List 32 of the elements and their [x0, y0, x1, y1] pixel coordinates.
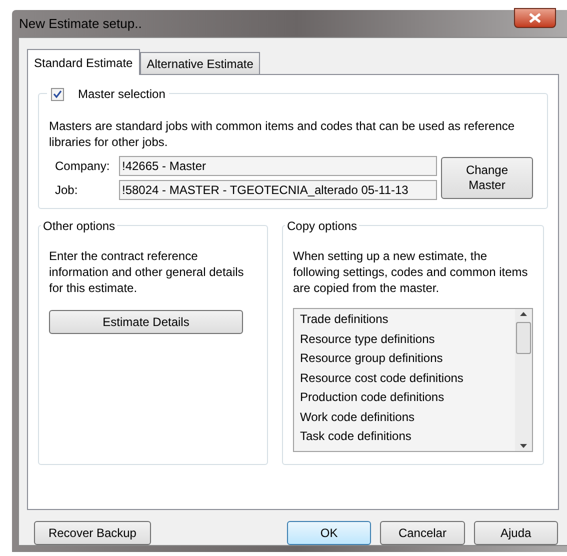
- list-item[interactable]: Resource cost code definitions: [300, 368, 515, 388]
- text-field[interactable]: !58024 - MASTER - TGEOTECNIA_alterado 05-11-13: [119, 180, 437, 200]
- dialog-button[interactable]: Change Master: [441, 157, 533, 199]
- close-icon: [529, 12, 541, 22]
- field-label: Company:: [54, 158, 111, 175]
- description-text: When setting up a new estimate, the following settings, codes and common items are copied from the master.: [293, 248, 529, 296]
- list-item[interactable]: Resource type definitions: [300, 330, 515, 349]
- dialog-button[interactable]: Recover Backup: [34, 521, 151, 545]
- description-text: Enter the contract reference information and other general details for this estimate.: [49, 248, 245, 296]
- default-button[interactable]: OK: [286, 521, 372, 545]
- scroll-up-icon[interactable]: [520, 312, 527, 316]
- list-item[interactable]: Task code definitions: [300, 427, 515, 446]
- list-item[interactable]: Work code definitions: [300, 408, 515, 427]
- description-text: Masters are standard jobs with common items and codes that can be used as reference libraries for other jobs.: [49, 118, 516, 150]
- checkbox[interactable]: [51, 88, 64, 100]
- field-label: Job:: [54, 182, 79, 199]
- close-button[interactable]: [514, 8, 556, 28]
- group-title: Master selection: [78, 86, 166, 103]
- scroll-down-icon[interactable]: [520, 444, 527, 448]
- scrollbar[interactable]: [515, 309, 532, 451]
- tab[interactable]: Standard Estimate: [27, 49, 140, 75]
- check-icon: [53, 90, 62, 98]
- window-title: New Estimate setup..: [18, 14, 142, 33]
- list-item[interactable]: Production code definitions: [300, 388, 515, 408]
- list-item[interactable]: Resource group definitions: [300, 349, 515, 368]
- dialog-button[interactable]: Ajuda: [474, 521, 558, 545]
- tab[interactable]: Alternative Estimate: [140, 52, 260, 74]
- scroll-thumb[interactable]: [516, 322, 531, 354]
- dialog-button[interactable]: Cancelar: [380, 521, 465, 545]
- dialog-button[interactable]: Estimate Details: [49, 310, 243, 334]
- list-item[interactable]: Trade definitions: [300, 310, 515, 330]
- text-field[interactable]: !42665 - Master: [119, 156, 437, 176]
